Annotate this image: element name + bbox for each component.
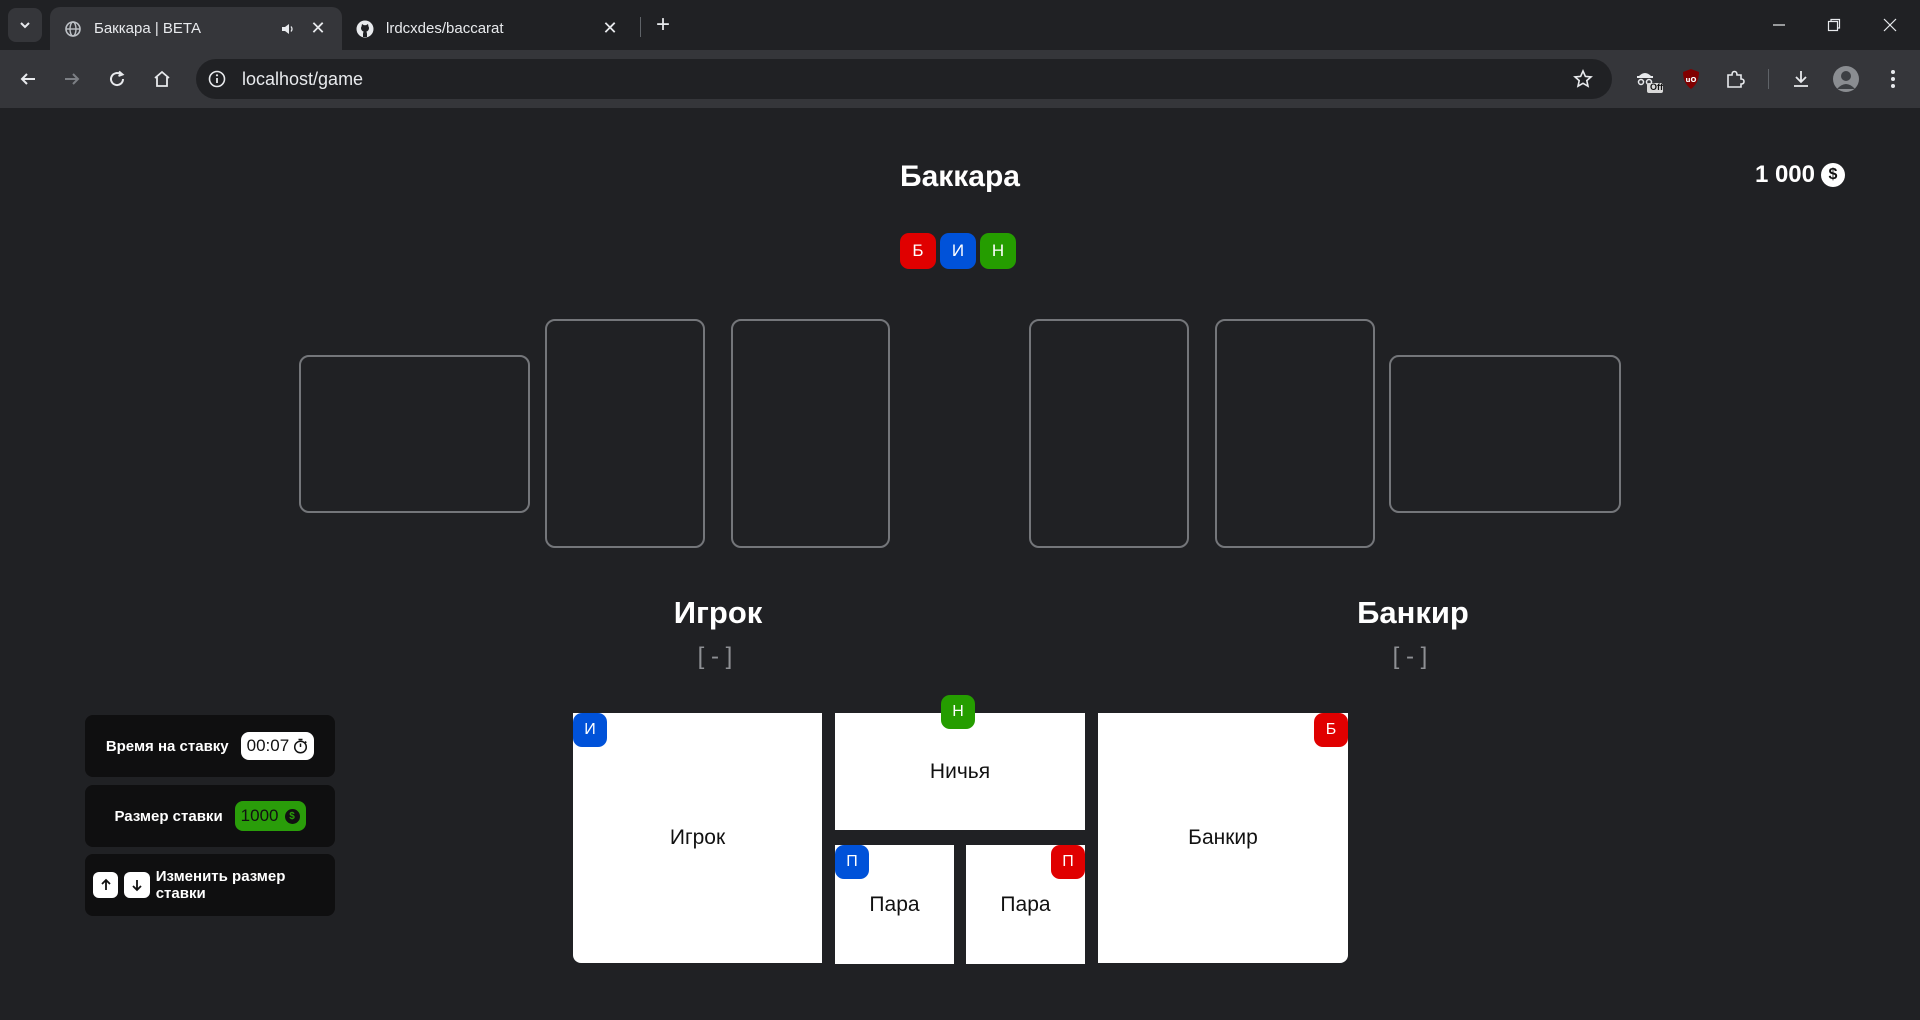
chevron-down-icon xyxy=(20,22,30,29)
bet-timer: 00:07 xyxy=(240,732,315,760)
bet-banker-label: Банкир xyxy=(1188,826,1258,849)
github-icon xyxy=(356,20,374,38)
tab-title: Баккара | BETA xyxy=(94,20,201,37)
player-card-slot-3 xyxy=(299,355,530,513)
profile-button[interactable] xyxy=(1829,62,1863,96)
site-info-icon[interactable] xyxy=(204,66,230,92)
bet-banker-pair-label: Пара xyxy=(1000,892,1051,916)
more-vert-icon xyxy=(1891,70,1895,88)
tab-search-button[interactable] xyxy=(8,8,42,42)
player-card-slot-1 xyxy=(545,319,705,548)
minimize-button[interactable] xyxy=(1756,8,1802,42)
back-arrow-icon xyxy=(20,73,35,85)
bet-size-panel: Размер ставки 1000 $ xyxy=(85,785,335,847)
globe-icon xyxy=(64,20,82,38)
balance: 1 000 $ xyxy=(1755,161,1845,189)
bet-banker-badge: Б xyxy=(1314,713,1348,747)
svg-text:uO: uO xyxy=(1686,76,1697,84)
dollar-coin-icon: $ xyxy=(1821,163,1845,187)
bet-tie-badge: Н xyxy=(941,695,975,729)
arrow-down-icon xyxy=(132,880,142,892)
browser-toolbar: localhost/game Off uO xyxy=(0,50,1920,108)
balance-value: 1 000 xyxy=(1754,161,1815,188)
bet-timer-value: 00:07 xyxy=(246,736,290,755)
results-history: Б И Н xyxy=(900,233,1016,269)
bet-player-label: Игрок xyxy=(669,826,726,849)
bet-player[interactable]: Игрок И xyxy=(573,713,822,963)
extension-badge: Off xyxy=(1650,82,1663,92)
puzzle-icon xyxy=(1727,70,1745,88)
speaker-icon[interactable] xyxy=(280,21,296,37)
downloads-button[interactable] xyxy=(1784,62,1818,96)
extensions-button[interactable] xyxy=(1718,62,1752,96)
close-tab-icon[interactable]: ✕ xyxy=(600,18,620,39)
url-text: localhost/game xyxy=(242,68,364,89)
player-card-slot-2 xyxy=(731,319,890,548)
restore-icon xyxy=(1827,18,1841,32)
ublock-button[interactable]: uO xyxy=(1674,62,1708,96)
forward-button[interactable] xyxy=(55,62,89,96)
bookmark-star-icon[interactable] xyxy=(1568,64,1598,94)
banker-card-slot-2 xyxy=(1215,319,1375,548)
banker-score: [ - ] xyxy=(1392,643,1428,670)
banker-card-slot-1 xyxy=(1029,319,1189,548)
forward-arrow-icon xyxy=(65,73,80,85)
reload-icon xyxy=(110,70,125,87)
arrow-down-key[interactable] xyxy=(124,872,150,898)
bet-timer-panel: Время на ставку 00:07 xyxy=(85,715,335,777)
change-bet-panel: Изменить размер ставки xyxy=(85,854,335,916)
download-icon xyxy=(1794,71,1808,87)
bet-banker[interactable]: Банкир Б xyxy=(1098,713,1348,963)
browser-tabstrip: Баккара | BETA ✕ lrdcxdes/baccarat ✕ + xyxy=(0,0,1920,50)
page-title: Баккара xyxy=(900,160,1020,193)
stopwatch-icon xyxy=(294,738,308,754)
tab-title: lrdcxdes/baccarat xyxy=(386,20,504,37)
bet-player-pair[interactable]: Пара П xyxy=(835,845,954,964)
change-bet-label: Изменить размер ставки xyxy=(155,868,286,902)
bet-timer-label: Время на ставку xyxy=(105,737,229,755)
minimize-icon xyxy=(1773,24,1785,26)
bet-size-label: Размер ставки xyxy=(114,807,223,825)
tab-github[interactable]: lrdcxdes/baccarat ✕ xyxy=(342,7,634,50)
home-icon xyxy=(154,70,170,87)
bet-size-pill: 1000 $ xyxy=(234,801,306,831)
tab-separator xyxy=(640,17,641,37)
player-score: [ - ] xyxy=(697,643,733,670)
bet-tie-label: Ничья xyxy=(929,759,991,783)
reload-button[interactable] xyxy=(100,62,134,96)
bet-player-pair-badge: П xyxy=(835,845,869,879)
bet-size-value: 1000 xyxy=(240,806,279,825)
bet-banker-pair-badge: П xyxy=(1051,845,1085,879)
close-window-button[interactable] xyxy=(1867,8,1913,42)
bet-player-badge: И xyxy=(573,713,607,747)
back-button[interactable] xyxy=(11,62,45,96)
history-badge-banker: Б xyxy=(900,233,936,269)
arrow-up-key[interactable] xyxy=(93,872,119,898)
new-tab-button[interactable]: + xyxy=(650,11,676,38)
extension-incognito-button[interactable]: Off xyxy=(1632,62,1666,96)
banker-card-slot-3 xyxy=(1389,355,1621,513)
banker-heading: Банкир xyxy=(1357,595,1469,630)
ublock-shield-icon: uO xyxy=(1683,69,1699,89)
close-tab-icon[interactable]: ✕ xyxy=(308,18,328,39)
history-badge-player: И xyxy=(940,233,976,269)
arrow-up-icon xyxy=(101,878,111,890)
menu-button[interactable] xyxy=(1876,62,1910,96)
avatar xyxy=(1833,66,1859,92)
restore-button[interactable] xyxy=(1811,8,1857,42)
home-button[interactable] xyxy=(145,62,179,96)
bet-banker-pair[interactable]: Пара П xyxy=(966,845,1085,964)
address-bar[interactable]: localhost/game xyxy=(196,59,1612,99)
history-badge-tie: Н xyxy=(980,233,1016,269)
tab-baccarat[interactable]: Баккара | BETA ✕ xyxy=(50,7,342,50)
player-heading: Игрок xyxy=(673,595,763,630)
bet-tie[interactable]: Ничья Н xyxy=(835,695,1085,830)
toolbar-divider xyxy=(1768,69,1769,89)
dollar-coin-icon: $ xyxy=(284,808,300,824)
close-icon xyxy=(1883,18,1897,32)
game-page: Баккара 1 000 $ Б И Н Игрок [ - ] Банкир… xyxy=(0,108,1920,1020)
bet-player-pair-label: Пара xyxy=(869,892,920,916)
